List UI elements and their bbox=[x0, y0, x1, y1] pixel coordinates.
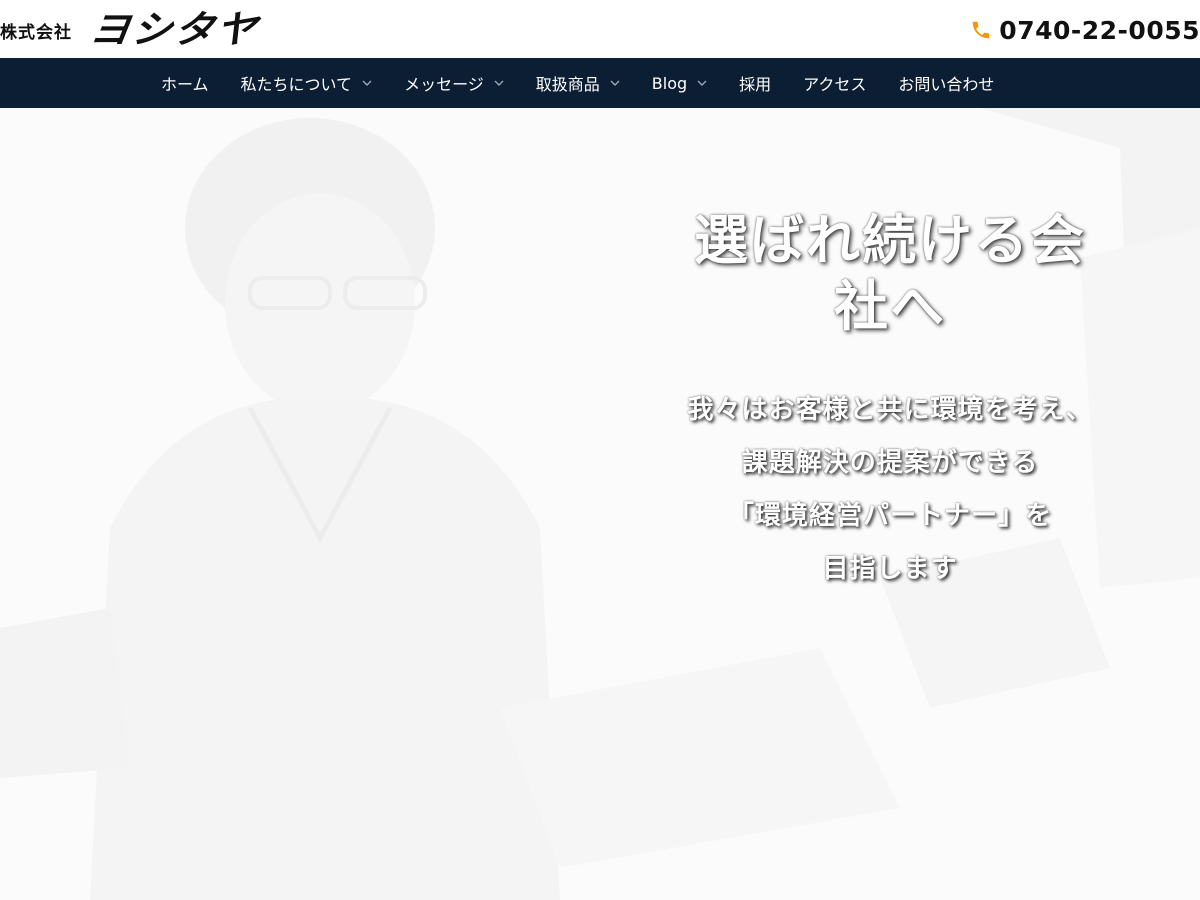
phone-contact[interactable]: 0740-22-0055 bbox=[969, 12, 1200, 48]
site-logo[interactable]: 株式会社 ヨシタヤ bbox=[0, 8, 262, 52]
hero-section: 選ばれ続ける会 社へ 我々はお客様と共に環境を考え、 課題解決の提案ができる 「… bbox=[0, 108, 1200, 900]
nav-item-label: ホーム bbox=[161, 75, 209, 94]
nav-item-label: アクセス bbox=[803, 75, 867, 94]
site-header: 株式会社 ヨシタヤ 0740-22-0055 bbox=[0, 0, 1200, 58]
hero-line-3: 「環境経営パートナー」を bbox=[727, 501, 1052, 531]
nav-item-label: メッセージ bbox=[404, 75, 484, 94]
chevron-down-icon bbox=[362, 78, 372, 88]
chevron-down-icon bbox=[610, 78, 620, 88]
hero-line-1: 我々はお客様と共に環境を考え、 bbox=[687, 395, 1093, 425]
nav-item-label: 私たちについて bbox=[240, 75, 353, 94]
logo-name: ヨシタヤ bbox=[86, 8, 262, 52]
nav-item-2[interactable]: 私たちについて bbox=[225, 58, 389, 108]
hero-title: 選ばれ続ける会 社へ bbox=[670, 208, 1110, 340]
phone-icon bbox=[969, 18, 993, 42]
phone-number: 0740-22-0055 bbox=[999, 15, 1200, 45]
hero-line-4: 目指します bbox=[822, 554, 958, 584]
nav-item-label: 採用 bbox=[739, 75, 772, 94]
nav-item-6[interactable]: 採用 bbox=[723, 58, 787, 108]
hero-tagline: 我々はお客様と共に環境を考え、 課題解決の提案ができる 「環境経営パートナー」を… bbox=[670, 384, 1110, 596]
main-nav: ホーム 私たちについて メッセージ 取扱商品 Blog 採用 アクセス お問い合わせ bbox=[0, 58, 1200, 108]
hero-title-line2: 社へ bbox=[834, 275, 946, 338]
hero-copy: 選ばれ続ける会 社へ 我々はお客様と共に環境を考え、 課題解決の提案ができる 「… bbox=[670, 208, 1110, 596]
nav-item-5[interactable]: Blog bbox=[636, 58, 723, 108]
nav-item-1[interactable]: ホーム bbox=[145, 58, 225, 108]
hero-title-line1: 選ばれ続ける会 bbox=[694, 209, 1086, 272]
hero-line-2: 課題解決の提案ができる bbox=[741, 448, 1039, 478]
logo-prefix: 株式会社 bbox=[0, 22, 72, 43]
nav-item-8[interactable]: お問い合わせ bbox=[882, 58, 1010, 108]
nav-item-label: Blog bbox=[651, 73, 688, 93]
chevron-down-icon bbox=[697, 78, 707, 88]
nav-item-7[interactable]: アクセス bbox=[787, 58, 882, 108]
nav-item-label: 取扱商品 bbox=[535, 75, 600, 94]
nav-item-label: お問い合わせ bbox=[898, 75, 995, 94]
chevron-down-icon bbox=[494, 78, 504, 88]
nav-item-4[interactable]: 取扱商品 bbox=[520, 58, 636, 108]
nav-list: ホーム 私たちについて メッセージ 取扱商品 Blog 採用 アクセス お問い合わせ bbox=[145, 58, 1010, 108]
nav-item-3[interactable]: メッセージ bbox=[388, 58, 520, 108]
